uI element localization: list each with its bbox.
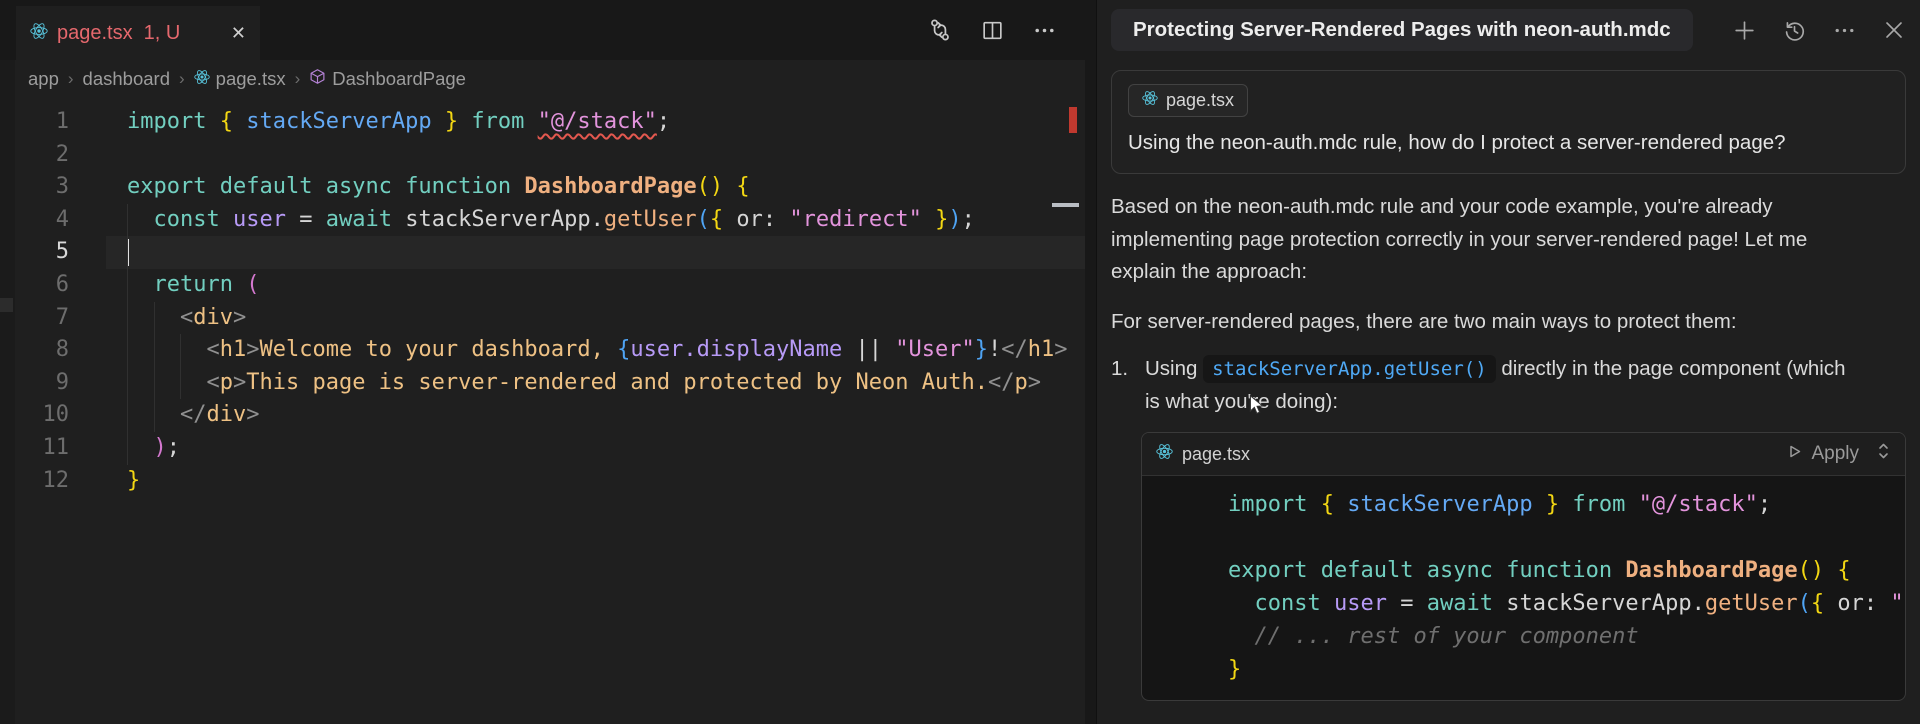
new-chat-icon[interactable]	[1732, 18, 1757, 43]
breadcrumb-item-page-tsx[interactable]: page.tsx	[194, 68, 286, 90]
code-line: const user = await stackServerApp.getUse…	[1170, 587, 1905, 620]
breadcrumb-item-dashboardpage[interactable]: DashboardPage	[309, 68, 466, 90]
code-line[interactable]: 2	[0, 139, 1085, 172]
list-item-text: Using stackServerApp.getUser() directly …	[1145, 353, 1853, 418]
response-list-item: 1. Using stackServerApp.getUser() direct…	[1111, 353, 1853, 418]
tab-modified-badge: 1, U	[144, 22, 181, 45]
tab-close-icon[interactable]: ✕	[231, 24, 246, 42]
user-message-text: Using the neon-auth.mdc rule, how do I p…	[1128, 131, 1889, 155]
breadcrumb-separator: ›	[68, 69, 74, 89]
attachment-filename: page.tsx	[1166, 90, 1234, 111]
code-editor[interactable]: 1import { stackServerApp } from "@/stack…	[0, 98, 1085, 724]
tab-page-tsx[interactable]: page.tsx 1, U ✕	[16, 6, 260, 60]
code-line[interactable]: 5	[0, 236, 1085, 269]
code-line	[1170, 521, 1905, 554]
response-paragraph: For server-rendered pages, there are two…	[1111, 306, 1853, 339]
react-icon	[194, 68, 210, 90]
editor-tab-bar: page.tsx 1, U ✕	[0, 0, 1085, 60]
apply-play-icon[interactable]	[1787, 443, 1802, 465]
code-line: // ... rest of your component	[1170, 620, 1905, 653]
breadcrumb-separator: ›	[179, 69, 185, 89]
breadcrumb-item-app[interactable]: app	[28, 68, 59, 90]
chat-code-block: page.tsx Apply import { stackServerApp }…	[1141, 432, 1906, 701]
list-marker: 1.	[1111, 353, 1145, 418]
apply-button[interactable]: Apply	[1811, 443, 1859, 465]
code-line[interactable]: 11 );	[0, 432, 1085, 465]
code-line[interactable]: 9 <p>This page is server-rendered and pr…	[0, 367, 1085, 400]
indent-guide	[180, 334, 181, 399]
inline-code: stackServerApp.getUser()	[1203, 355, 1496, 383]
code-line[interactable]: 3export default async function Dashboard…	[0, 171, 1085, 204]
code-block-filename: page.tsx	[1182, 444, 1250, 465]
indent-guide	[127, 204, 128, 465]
code-block-body: import { stackServerApp } from "@/stack"…	[1142, 476, 1905, 700]
cursor-ide-window: page.tsx 1, U ✕ app › dashboard ›	[0, 0, 1920, 724]
assistant-response: Based on the neon-auth.mdc rule and your…	[1097, 191, 1920, 418]
editor-pane: page.tsx 1, U ✕ app › dashboard ›	[0, 0, 1085, 724]
editor-left-rail	[0, 60, 15, 724]
attachment-chip[interactable]: page.tsx	[1128, 84, 1248, 117]
chat-header: Protecting Server-Rendered Pages with ne…	[1097, 0, 1920, 59]
breadcrumb: app › dashboard › page.tsx › DashboardPa…	[28, 60, 466, 98]
chat-title[interactable]: Protecting Server-Rendered Pages with ne…	[1111, 9, 1693, 51]
indent-guide	[154, 302, 155, 432]
symbol-cube-icon	[309, 68, 326, 90]
code-line: export default async function DashboardP…	[1170, 554, 1905, 587]
react-icon	[30, 22, 48, 45]
rail-scroll-thumb[interactable]	[0, 298, 13, 312]
tab-filename: page.tsx	[57, 22, 133, 45]
response-paragraph: Based on the neon-auth.mdc rule and your…	[1111, 191, 1853, 289]
code-line: }	[1170, 653, 1905, 686]
overview-ruler-error-marker	[1069, 107, 1077, 133]
editor-more-actions-icon[interactable]	[1032, 18, 1057, 43]
breadcrumb-separator: ›	[295, 69, 301, 89]
user-message-card: page.tsx Using the neon-auth.mdc rule, h…	[1111, 70, 1906, 174]
overview-ruler-cursor-marker	[1052, 203, 1079, 207]
breadcrumb-item-dashboard[interactable]: dashboard	[83, 68, 170, 90]
split-editor-icon[interactable]	[980, 18, 1005, 43]
code-line[interactable]: 1import { stackServerApp } from "@/stack…	[0, 106, 1085, 139]
code-line[interactable]: 4 const user = await stackServerApp.getU…	[0, 204, 1085, 237]
open-changes-icon[interactable]	[927, 17, 953, 43]
collapse-chevron-icon[interactable]	[1876, 440, 1891, 468]
chat-panel: Protecting Server-Rendered Pages with ne…	[1097, 0, 1920, 724]
react-icon	[1156, 443, 1173, 465]
code-line: import { stackServerApp } from "@/stack"…	[1170, 488, 1905, 521]
history-icon[interactable]	[1782, 18, 1807, 43]
code-line[interactable]: 6 return (	[0, 269, 1085, 302]
close-panel-icon[interactable]	[1882, 18, 1906, 42]
code-line[interactable]: 10 </div>	[0, 399, 1085, 432]
chat-more-actions-icon[interactable]	[1832, 18, 1857, 43]
code-line[interactable]: 8 <h1>Welcome to your dashboard, {user.d…	[0, 334, 1085, 367]
code-block-header: page.tsx Apply	[1142, 433, 1905, 476]
react-icon	[1142, 90, 1158, 111]
code-line[interactable]: 12}	[0, 465, 1085, 498]
code-line[interactable]: 7 <div>	[0, 302, 1085, 335]
